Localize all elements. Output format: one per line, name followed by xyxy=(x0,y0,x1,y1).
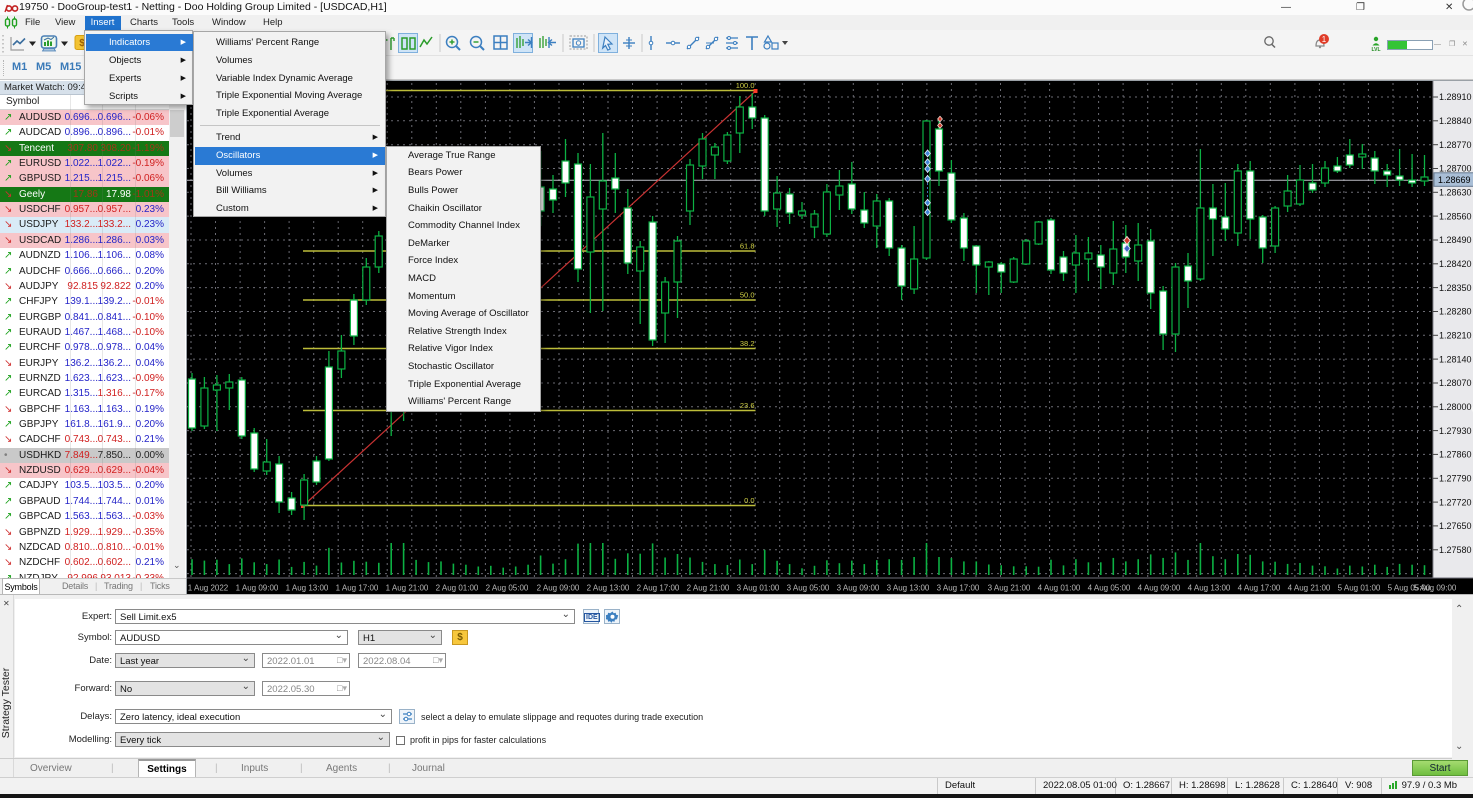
svg-text:4 Aug 09:00: 4 Aug 09:00 xyxy=(1138,584,1181,593)
svg-text:1.28560: 1.28560 xyxy=(1439,211,1472,221)
svg-text:1.28840: 1.28840 xyxy=(1439,116,1472,126)
svg-text:LVL: LVL xyxy=(1371,47,1380,53)
svg-text:1.27930: 1.27930 xyxy=(1439,426,1472,436)
svg-text:1.28420: 1.28420 xyxy=(1439,259,1472,269)
svg-text:4 Aug 01:00: 4 Aug 01:00 xyxy=(1038,584,1081,593)
svg-text:4 Aug 13:00: 4 Aug 13:00 xyxy=(1188,584,1231,593)
svg-text:0.0: 0.0 xyxy=(744,496,754,505)
svg-text:1.27580: 1.27580 xyxy=(1439,545,1472,555)
svg-text:2 Aug 17:00: 2 Aug 17:00 xyxy=(637,584,680,593)
svg-text:61.8: 61.8 xyxy=(740,242,755,251)
svg-text:4 Aug 21:00: 4 Aug 21:00 xyxy=(1288,584,1331,593)
svg-text:1.27650: 1.27650 xyxy=(1439,521,1472,531)
svg-text:4 Aug 17:00: 4 Aug 17:00 xyxy=(1238,584,1281,593)
svg-text:2 Aug 01:00: 2 Aug 01:00 xyxy=(436,584,479,593)
svg-text:1.28140: 1.28140 xyxy=(1439,354,1472,364)
svg-text:50.0: 50.0 xyxy=(740,291,755,300)
svg-text:2 Aug 09:00: 2 Aug 09:00 xyxy=(537,584,580,593)
svg-text:2 Aug 13:00: 2 Aug 13:00 xyxy=(587,584,630,593)
svg-text:1.27790: 1.27790 xyxy=(1439,474,1472,484)
svg-text:3 Aug 09:00: 3 Aug 09:00 xyxy=(837,584,880,593)
svg-text:23.6: 23.6 xyxy=(740,401,755,410)
svg-text:5 Aug 01:00: 5 Aug 01:00 xyxy=(1338,584,1381,593)
svg-text:2 Aug 21:00: 2 Aug 21:00 xyxy=(687,584,730,593)
svg-text:1.28350: 1.28350 xyxy=(1439,283,1472,293)
svg-text:1.28630: 1.28630 xyxy=(1439,188,1472,198)
svg-text:3 Aug 01:00: 3 Aug 01:00 xyxy=(737,584,780,593)
svg-text:1: 1 xyxy=(1322,35,1327,44)
svg-text:1 Aug 13:00: 1 Aug 13:00 xyxy=(286,584,329,593)
svg-text:1.27720: 1.27720 xyxy=(1439,497,1472,507)
svg-text:1 Aug 17:00: 1 Aug 17:00 xyxy=(336,584,379,593)
svg-text:3 Aug 21:00: 3 Aug 21:00 xyxy=(988,584,1031,593)
svg-text:1.28700: 1.28700 xyxy=(1439,164,1472,174)
svg-text:1.28490: 1.28490 xyxy=(1439,235,1472,245)
svg-text:2 Aug 05:00: 2 Aug 05:00 xyxy=(486,584,529,593)
svg-text:100.0: 100.0 xyxy=(736,81,755,90)
svg-text:4 Aug 05:00: 4 Aug 05:00 xyxy=(1088,584,1131,593)
svg-text:3 Aug 13:00: 3 Aug 13:00 xyxy=(887,584,930,593)
svg-text:1.28669: 1.28669 xyxy=(1438,175,1471,185)
svg-text:1 Aug 21:00: 1 Aug 21:00 xyxy=(386,584,429,593)
svg-text:1.28000: 1.28000 xyxy=(1439,402,1472,412)
svg-text:1.28070: 1.28070 xyxy=(1439,378,1472,388)
svg-text:1.28770: 1.28770 xyxy=(1439,140,1472,150)
svg-text:38.2: 38.2 xyxy=(740,339,755,348)
svg-text:3 Aug 17:00: 3 Aug 17:00 xyxy=(937,584,980,593)
svg-text:5 Aug 09:00: 5 Aug 09:00 xyxy=(1414,584,1457,593)
svg-text:1 Aug 09:00: 1 Aug 09:00 xyxy=(236,584,279,593)
svg-text:1 Aug 2022: 1 Aug 2022 xyxy=(188,584,229,593)
svg-text:1.28910: 1.28910 xyxy=(1439,92,1472,102)
svg-text:1.27860: 1.27860 xyxy=(1439,450,1472,460)
svg-text:3 Aug 05:00: 3 Aug 05:00 xyxy=(787,584,830,593)
svg-text:1.28210: 1.28210 xyxy=(1439,331,1472,341)
svg-text:1.28280: 1.28280 xyxy=(1439,307,1472,317)
